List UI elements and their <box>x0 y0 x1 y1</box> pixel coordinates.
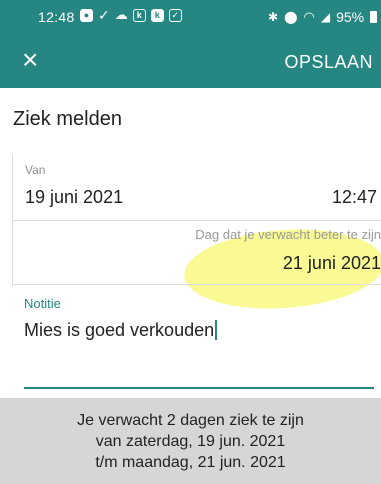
van-label: Van <box>25 163 46 177</box>
status-right-icons: ✱ ⬤ ◠ ◢ 95% <box>268 9 378 25</box>
summary-panel: Je verwacht 2 dagen ziek te zijn van zat… <box>0 398 381 484</box>
summary-line-2: van zaterdag, 19 jun. 2021 <box>95 433 286 450</box>
tot-field[interactable]: Dag dat je verwacht beter te zijn 21 jun… <box>12 221 381 285</box>
text-cursor <box>215 320 218 340</box>
checkbox-icon: ✓ <box>168 9 182 22</box>
shield-icon: ● <box>80 9 93 22</box>
status-time: 12:48 <box>38 9 75 25</box>
summary-line-3: t/m maandag, 21 jun. 2021 <box>95 454 286 471</box>
close-icon[interactable]: × <box>22 46 38 74</box>
page-title: Ziek melden <box>13 108 122 130</box>
van-date[interactable]: 19 juni 2021 <box>25 187 123 208</box>
van-field[interactable]: Van 19 juni 2021 12:47 <box>12 155 381 221</box>
status-left-icons: ● ✓ ☁ k k ✓ <box>80 7 182 23</box>
signal-icon: ◢ <box>320 10 331 24</box>
bluetooth-icon: ✱ <box>268 10 279 24</box>
battery-icon <box>370 11 378 23</box>
wifi-icon: ◠ <box>303 9 315 24</box>
app-icon-2: k <box>150 9 164 22</box>
location-icon: ⬤ <box>284 10 298 24</box>
summary-line-1: Je verwacht 2 dagen ziek te zijn <box>77 412 304 429</box>
app-icon: k <box>132 9 146 22</box>
notitie-value: Mies is goed verkouden <box>24 320 215 340</box>
battery-text: 95% <box>336 9 365 25</box>
cloud-icon: ☁ <box>114 7 128 22</box>
app-bar: × OPSLAAN <box>0 34 381 88</box>
tot-hint: Dag dat je verwacht beter te zijn <box>195 227 381 242</box>
notitie-input[interactable]: Mies is goed verkouden <box>24 320 218 341</box>
check-icon: ✓ <box>98 7 110 23</box>
notitie-underline <box>24 387 374 389</box>
tot-date[interactable]: 21 juni 2021 <box>283 253 381 274</box>
status-bar: 12:48 ● ✓ ☁ k k ✓ ✱ ⬤ ◠ ◢ 95% <box>0 0 381 34</box>
save-button[interactable]: OPSLAAN <box>284 52 373 73</box>
van-time[interactable]: 12:47 <box>332 187 377 208</box>
notitie-label: Notitie <box>24 296 61 311</box>
